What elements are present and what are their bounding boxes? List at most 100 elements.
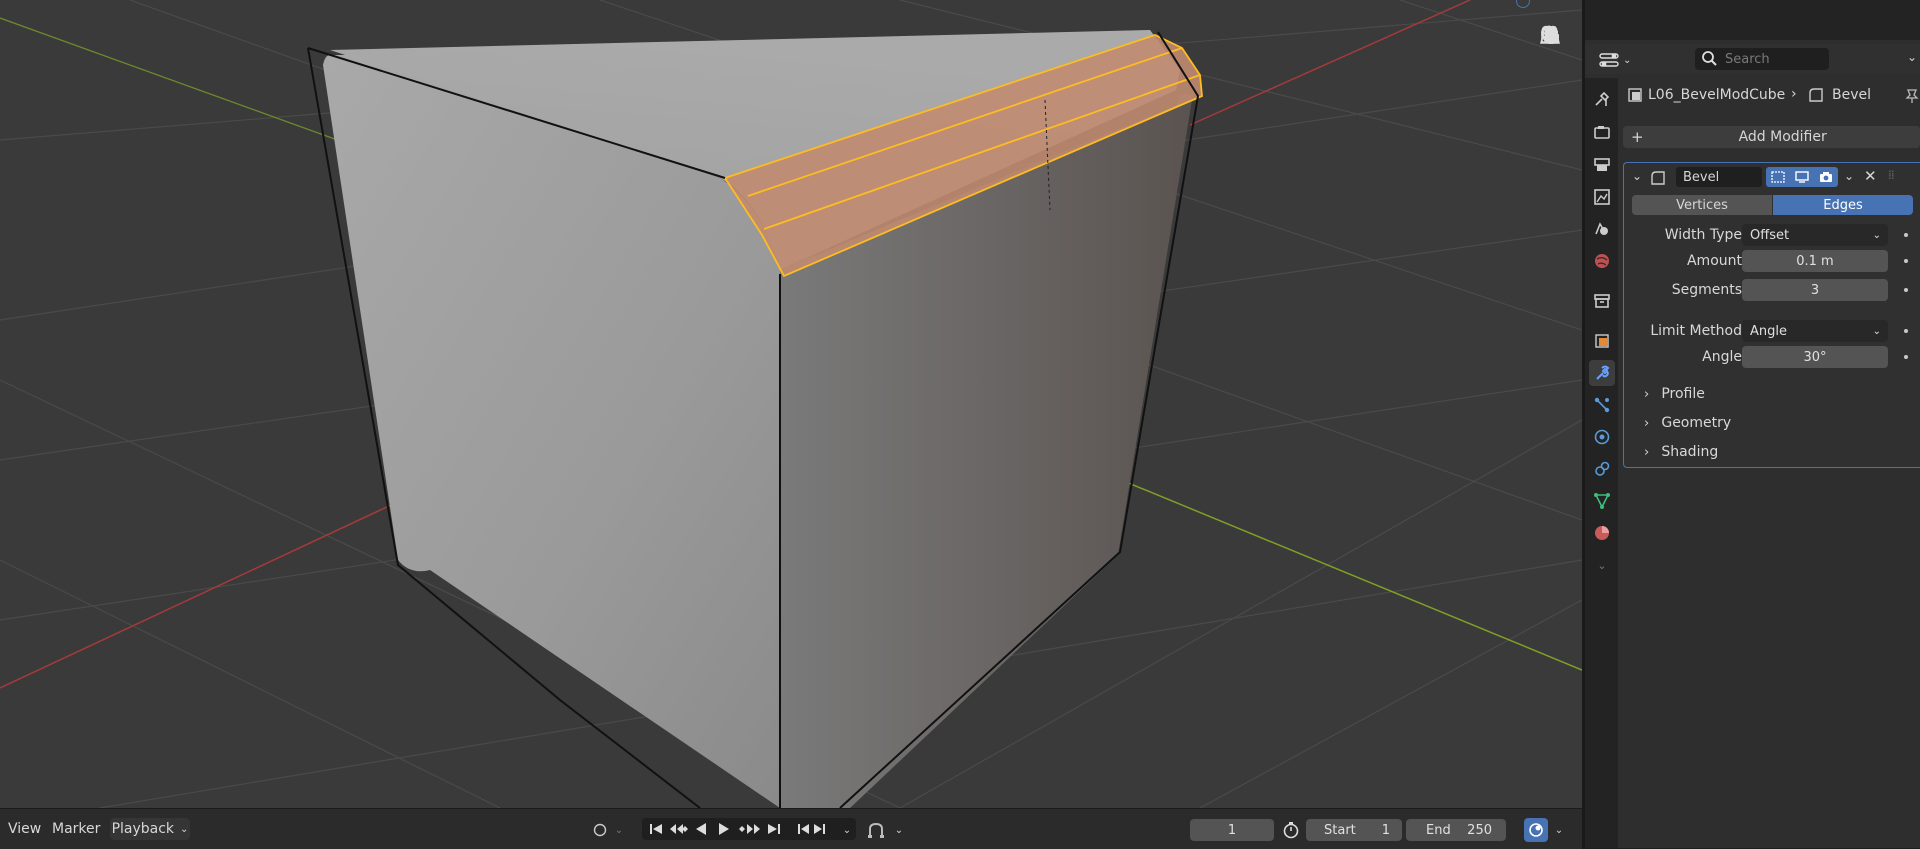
chevron-right-icon: ›: [1644, 416, 1650, 431]
edit-mode-icon[interactable]: [1770, 170, 1786, 184]
start-frame-field[interactable]: Start 1: [1306, 819, 1402, 841]
scene-tab-icon[interactable]: [1589, 216, 1615, 242]
keyframe-dot[interactable]: [1904, 329, 1908, 333]
subpanel-profile[interactable]: › Profile: [1644, 386, 1705, 402]
render-tab-icon[interactable]: [1589, 120, 1615, 146]
render-camera-icon[interactable]: [1818, 170, 1834, 184]
drag-handle-icon[interactable]: ⁞⁞: [1888, 168, 1895, 182]
modifier-properties: L06_BevelModCube › Bevel + Add Modifier …: [1621, 78, 1920, 848]
bevel-icon: [1651, 171, 1665, 185]
current-frame-field[interactable]: 1: [1190, 819, 1274, 841]
stopwatch-icon[interactable]: [1280, 820, 1302, 840]
pan-hand-icon[interactable]: [1539, 25, 1569, 89]
options-chevron-icon[interactable]: ⌄: [1907, 50, 1917, 64]
search-input[interactable]: Search: [1695, 48, 1829, 70]
keyframe-chevron-icon[interactable]: ⌄: [612, 820, 626, 840]
more-tabs-chevron-icon[interactable]: ⌄: [1589, 552, 1615, 578]
properties-top-region: [1585, 0, 1920, 40]
timeline-header: View Marker Playback ⌄ ⌄ ⌄ ⌄ 1 Start 1 E…: [0, 808, 1582, 849]
viewport-display-icon[interactable]: [1794, 170, 1810, 184]
amount-value: 0.1 m: [1796, 253, 1834, 269]
subpanel-geometry[interactable]: › Geometry: [1644, 415, 1731, 431]
material-tab-icon[interactable]: [1589, 520, 1615, 546]
marker-menu[interactable]: Marker: [52, 821, 100, 837]
tool-tab-icon[interactable]: [1589, 86, 1615, 112]
collapse-chevron-icon[interactable]: ⌄: [1632, 169, 1642, 183]
playback-dropdown[interactable]: Playback ⌄: [110, 818, 190, 840]
navigation-gizmos: [1539, 24, 1569, 164]
editor-type-button[interactable]: ⌄: [1599, 49, 1633, 71]
keyframe-dot[interactable]: [1904, 288, 1908, 292]
chevron-down-icon: ⌄: [1872, 325, 1881, 337]
amount-field[interactable]: 0.1 m: [1742, 250, 1888, 272]
subpanel-profile-label: Profile: [1661, 386, 1705, 402]
chevron-right-icon: ›: [1644, 387, 1650, 402]
angle-value: 30°: [1803, 349, 1827, 365]
modifier-visibility-toggles: [1766, 167, 1838, 187]
chevron-right-icon: ›: [1644, 445, 1650, 460]
auto-keying-icon[interactable]: [864, 820, 888, 840]
keyframe-dot[interactable]: [1904, 355, 1908, 359]
subpanel-shading[interactable]: › Shading: [1644, 444, 1718, 460]
playback-label: Playback: [111, 821, 175, 837]
end-frame-field[interactable]: End 250: [1406, 819, 1506, 841]
view-layer-tab-icon[interactable]: [1589, 184, 1615, 210]
view-menu[interactable]: View: [8, 821, 41, 837]
subpanel-geometry-label: Geometry: [1661, 415, 1732, 431]
affect-vertices-tab[interactable]: Vertices: [1632, 195, 1772, 215]
width-type-label: Width Type: [1664, 227, 1742, 243]
segments-field[interactable]: 3: [1742, 279, 1888, 301]
physics-tab-icon[interactable]: [1589, 424, 1615, 450]
world-tab-icon[interactable]: [1589, 248, 1615, 274]
collection-tab-icon[interactable]: [1589, 288, 1615, 314]
keyframe-dot[interactable]: [1904, 259, 1908, 263]
constraints-tab-icon[interactable]: [1589, 456, 1615, 482]
camera-view-icon[interactable]: [1539, 25, 1569, 124]
chevron-down-icon: ⌄: [1623, 54, 1632, 66]
jump-end-icon: [768, 824, 780, 834]
search-placeholder: Search: [1725, 51, 1770, 67]
auto-keying-chevron-icon[interactable]: ⌄: [892, 820, 906, 840]
affect-edges-label: Edges: [1823, 197, 1863, 213]
angle-field[interactable]: 30°: [1742, 346, 1888, 368]
data-tab-icon[interactable]: [1589, 488, 1615, 514]
sync-chevron-icon[interactable]: ⌄: [1552, 820, 1566, 840]
width-type-dropdown[interactable]: Offset ⌄: [1742, 224, 1888, 246]
keyframe-dot[interactable]: [1904, 233, 1908, 237]
limit-method-label: Limit Method: [1650, 323, 1742, 339]
keyframe-nav-chevron-icon[interactable]: ⌄: [840, 820, 854, 840]
angle-label: Angle: [1702, 349, 1742, 365]
chevron-down-icon: ⌄: [180, 823, 189, 835]
end-label: End: [1426, 822, 1451, 838]
bevel-modifier-panel: ⌄ Bevel ⌄ ✕ ⁞⁞ Vertices Edges Width Type: [1623, 162, 1920, 468]
affect-edges-tab[interactable]: Edges: [1773, 195, 1913, 215]
breadcrumb-separator-icon: ›: [1791, 86, 1797, 102]
subpanel-shading-label: Shading: [1661, 444, 1719, 460]
play-reverse-icon: [696, 823, 706, 835]
amount-label: Amount: [1686, 253, 1742, 269]
particles-tab-icon[interactable]: [1589, 392, 1615, 418]
object-icon: [1628, 88, 1642, 102]
properties-tabs: ⌄: [1585, 78, 1618, 848]
modifier-name-field[interactable]: Bevel: [1676, 167, 1762, 187]
jump-keyframe-forward-icon: [739, 824, 760, 834]
object-tab-icon[interactable]: [1589, 328, 1615, 354]
pin-icon: [1905, 89, 1919, 103]
play-icon: [719, 823, 729, 835]
perspective-grid-icon[interactable]: [1539, 26, 1569, 159]
add-modifier-label: Add Modifier: [1738, 129, 1827, 145]
limit-method-value: Angle: [1750, 323, 1787, 339]
end-value: 250: [1467, 822, 1492, 838]
add-modifier-button[interactable]: + Add Modifier: [1623, 126, 1920, 148]
modifier-menu-chevron-icon[interactable]: ⌄: [1844, 169, 1854, 183]
editor-type-icon: [1599, 53, 1619, 67]
modifier-tab-icon[interactable]: [1589, 360, 1615, 386]
output-tab-icon[interactable]: [1589, 152, 1615, 178]
segments-value: 3: [1810, 282, 1820, 298]
limit-method-dropdown[interactable]: Angle ⌄: [1742, 320, 1888, 342]
close-icon[interactable]: ✕: [1864, 167, 1877, 185]
sync-mode-icon[interactable]: [1524, 818, 1548, 842]
keyframe-type-icon[interactable]: [590, 820, 610, 840]
3d-viewport[interactable]: [0, 0, 1582, 808]
jump-start-icon: [650, 824, 662, 834]
